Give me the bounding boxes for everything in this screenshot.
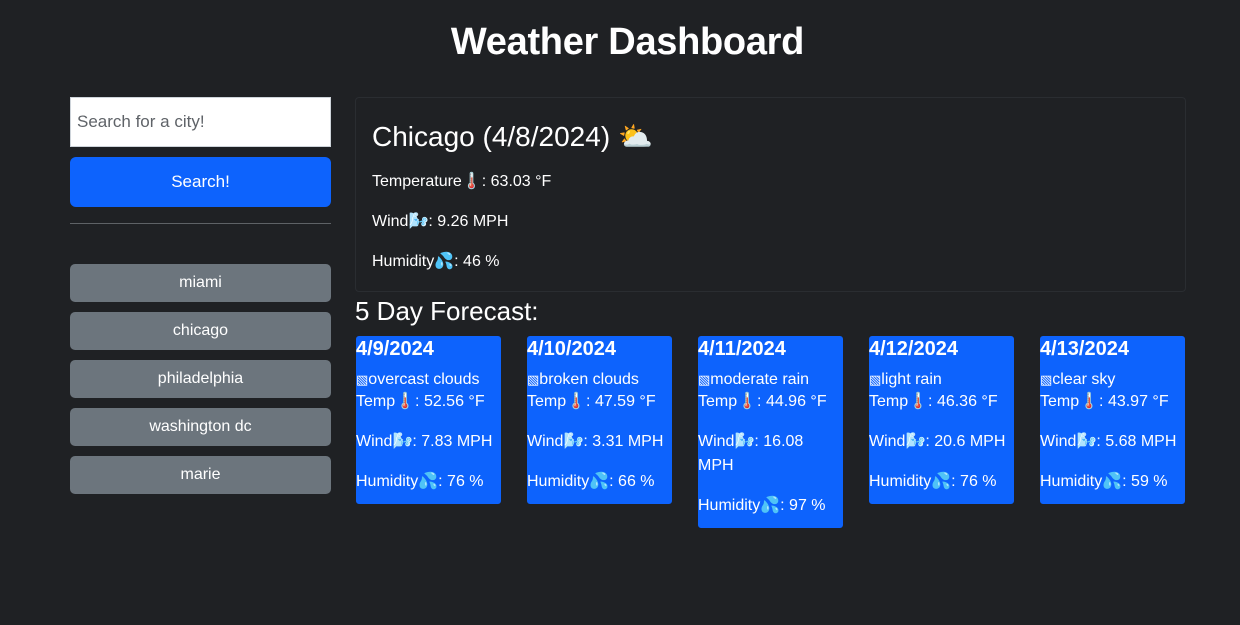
forecast-humidity: Humidity💦: 66 % <box>527 473 655 490</box>
forecast-humidity: Humidity💦: 97 % <box>698 497 826 514</box>
forecast-date: 4/11/2024 <box>698 338 786 360</box>
forecast-date: 4/9/2024 <box>356 338 434 360</box>
current-city-date: Chicago (4/8/2024) <box>372 121 611 152</box>
forecast-wind: Wind🌬️: 5.68 MPH <box>1040 433 1177 450</box>
forecast-weather-image: ▧moderate rain <box>698 370 843 390</box>
wind-label: Wind🌬️: <box>372 213 438 230</box>
weather-icon: ⛅ <box>617 121 653 152</box>
temperature-value: 63.03 °F <box>490 173 552 190</box>
forecast-temp: Temp🌡️: 47.59 °F <box>527 393 656 410</box>
forecast-weather-image: ▧clear sky <box>1040 370 1185 390</box>
forecast-weather-image: ▧light rain <box>869 370 1014 390</box>
current-wind: Wind🌬️: 9.26 MPH <box>372 212 1185 232</box>
history-button-miami[interactable]: miami <box>70 264 331 302</box>
forecast-wind: Wind🌬️: 20.6 MPH <box>869 433 1006 450</box>
forecast-date: 4/10/2024 <box>527 338 616 360</box>
forecast-card: 4/13/2024 ▧clear sky Temp🌡️: 43.97 °F Wi… <box>1039 335 1186 505</box>
forecast-temp: Temp🌡️: 46.36 °F <box>869 393 998 410</box>
forecast-temp: Temp🌡️: 43.97 °F <box>1040 393 1169 410</box>
forecast-heading: 5 Day Forecast: <box>355 296 539 326</box>
current-weather-card: Chicago (4/8/2024) ⛅ Temperature🌡️: 63.0… <box>355 97 1186 292</box>
forecast-temp: Temp🌡️: 44.96 °F <box>698 393 827 410</box>
forecast-image-alt: broken clouds <box>539 371 639 388</box>
current-weather-title: Chicago (4/8/2024) ⛅ <box>372 120 1185 154</box>
forecast-image-alt: moderate rain <box>710 371 810 388</box>
current-humidity: Humidity💦: 46 % <box>372 252 1185 272</box>
forecast-humidity: Humidity💦: 76 % <box>356 473 484 490</box>
forecast-wind: Wind🌬️: 16.08 MPH <box>698 433 804 474</box>
forecast-wind: Wind🌬️: 3.31 MPH <box>527 433 664 450</box>
history-button-philadelphia[interactable]: philadelphia <box>70 360 331 398</box>
forecast-card: 4/11/2024 ▧moderate rain Temp🌡️: 44.96 °… <box>697 335 844 529</box>
search-input[interactable] <box>70 97 331 147</box>
page-title: Weather Dashboard <box>450 21 805 63</box>
forecast-card: 4/12/2024 ▧light rain Temp🌡️: 46.36 °F W… <box>868 335 1015 505</box>
broken-image-icon: ▧ <box>356 372 369 387</box>
divider <box>70 223 331 224</box>
forecast-wind: Wind🌬️: 7.83 MPH <box>356 433 493 450</box>
broken-image-icon: ▧ <box>698 372 711 387</box>
forecast-card: 4/10/2024 ▧broken clouds Temp🌡️: 47.59 °… <box>526 335 673 505</box>
sidebar: Search! miami chicago philadelphia washi… <box>70 97 331 504</box>
forecast-image-alt: overcast clouds <box>368 371 480 388</box>
forecast-card: 4/9/2024 ▧overcast clouds Temp🌡️: 52.56 … <box>355 335 502 505</box>
humidity-value: 46 % <box>463 253 500 270</box>
forecast-image-alt: clear sky <box>1052 371 1116 388</box>
forecast-date: 4/13/2024 <box>1040 338 1129 360</box>
wind-value: 9.26 MPH <box>437 213 509 230</box>
search-button[interactable]: Search! <box>70 157 331 207</box>
forecast-image-alt: light rain <box>881 371 942 388</box>
forecast-weather-image: ▧overcast clouds <box>356 370 501 390</box>
broken-image-icon: ▧ <box>869 372 882 387</box>
broken-image-icon: ▧ <box>527 372 540 387</box>
temperature-label: Temperature🌡️: <box>372 173 491 190</box>
forecast-temp: Temp🌡️: 52.56 °F <box>356 393 485 410</box>
forecast-date: 4/12/2024 <box>869 338 958 360</box>
current-temperature: Temperature🌡️: 63.03 °F <box>372 172 1185 192</box>
history-button-marie[interactable]: marie <box>70 456 331 494</box>
forecast-humidity: Humidity💦: 76 % <box>869 473 997 490</box>
history-button-washington-dc[interactable]: washington dc <box>70 408 331 446</box>
humidity-label: Humidity💦: <box>372 253 464 270</box>
broken-image-icon: ▧ <box>1040 372 1053 387</box>
search-history-list: miami chicago philadelphia washington dc… <box>70 264 331 494</box>
forecast-humidity: Humidity💦: 59 % <box>1040 473 1168 490</box>
forecast-weather-image: ▧broken clouds <box>527 370 672 390</box>
history-button-chicago[interactable]: chicago <box>70 312 331 350</box>
